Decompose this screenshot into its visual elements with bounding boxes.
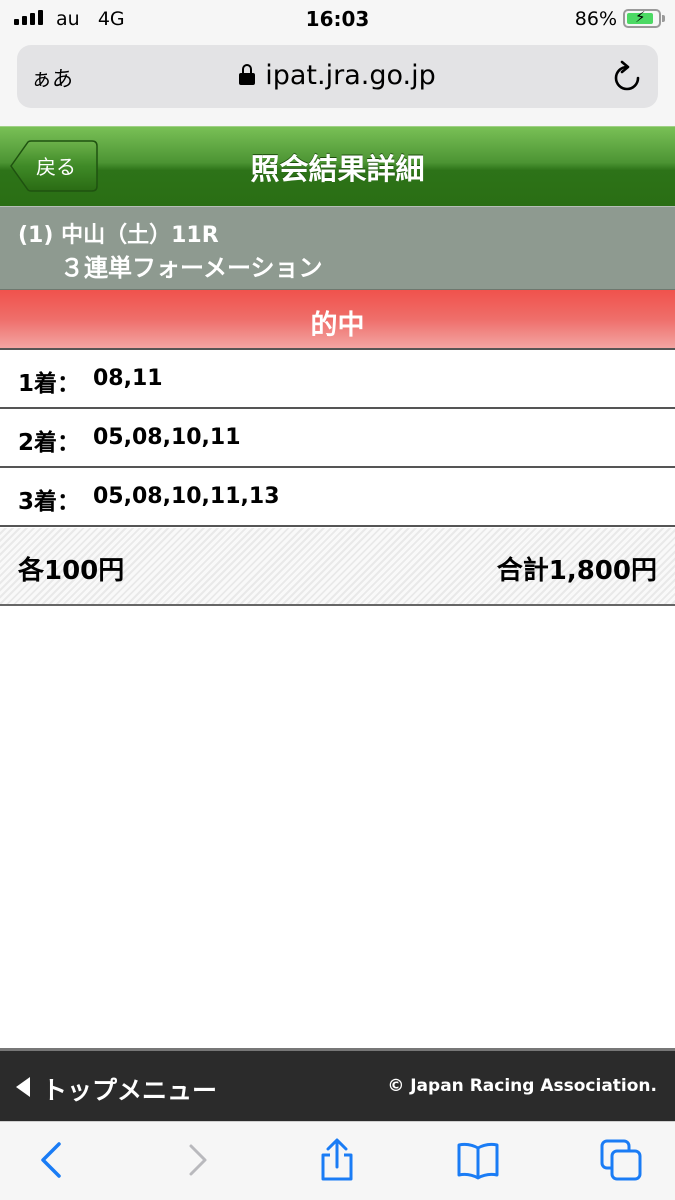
placing-label: 1着： [18, 371, 81, 397]
bookmarks-icon[interactable] [456, 1138, 500, 1182]
race-info: (1) 中山（土）11R ３連単フォーメーション [0, 206, 675, 290]
unit-price: 各100円 [18, 556, 125, 586]
back-arrow-icon[interactable] [31, 1138, 75, 1182]
race-name: (1) 中山（土）11R [18, 223, 219, 248]
bet-type: ３連単フォーメーション [60, 254, 323, 282]
url-text: ipat.jra.go.jp [265, 60, 436, 91]
site-footer: トップメニュー © Japan Racing Association. [0, 1048, 675, 1121]
placing-numbers: 08,11 [93, 366, 163, 391]
url-display[interactable]: ipat.jra.go.jp [17, 60, 658, 91]
status-bar: au 4G 16:03 86% ⚡ [0, 0, 675, 40]
result-banner: 的中 [0, 290, 675, 350]
lock-icon [239, 64, 256, 85]
total-amount: 合計1,800円 [496, 556, 657, 586]
placing-numbers: 05,08,10,11,13 [93, 484, 280, 509]
address-bar[interactable]: ぁあ ipat.jra.go.jp [17, 45, 658, 108]
placing-row-1: 1着： 08,11 [0, 350, 675, 409]
charging-bolt-icon: ⚡ [635, 8, 646, 26]
copyright: © Japan Racing Association. [387, 1076, 657, 1096]
page-title: 照会結果詳細 [250, 152, 425, 186]
placing-numbers: 05,08,10,11 [93, 425, 241, 450]
page-header: 戻る 照会結果詳細 [0, 126, 675, 206]
clock: 16:03 [305, 7, 370, 31]
bet-summary: 各100円 合計1,800円 [0, 528, 675, 606]
address-bar-area: ぁあ ipat.jra.go.jp [0, 40, 675, 126]
placing-row-2: 2着： 05,08,10,11 [0, 409, 675, 468]
forward-arrow-icon[interactable] [175, 1138, 219, 1182]
top-menu-label: トップメニュー [42, 1076, 218, 1105]
placing-label: 2着： [18, 430, 81, 456]
share-icon[interactable] [315, 1138, 359, 1182]
placing-label: 3着： [18, 489, 81, 515]
browser-toolbar [0, 1121, 675, 1200]
result-status: 的中 [310, 310, 365, 341]
battery-percent: 86% [574, 8, 617, 30]
tabs-icon[interactable] [599, 1138, 643, 1182]
battery-icon: ⚡ [623, 8, 665, 28]
left-triangle-icon [16, 1077, 30, 1097]
reload-icon[interactable] [612, 60, 642, 94]
placing-row-3: 3着： 05,08,10,11,13 [0, 468, 675, 527]
